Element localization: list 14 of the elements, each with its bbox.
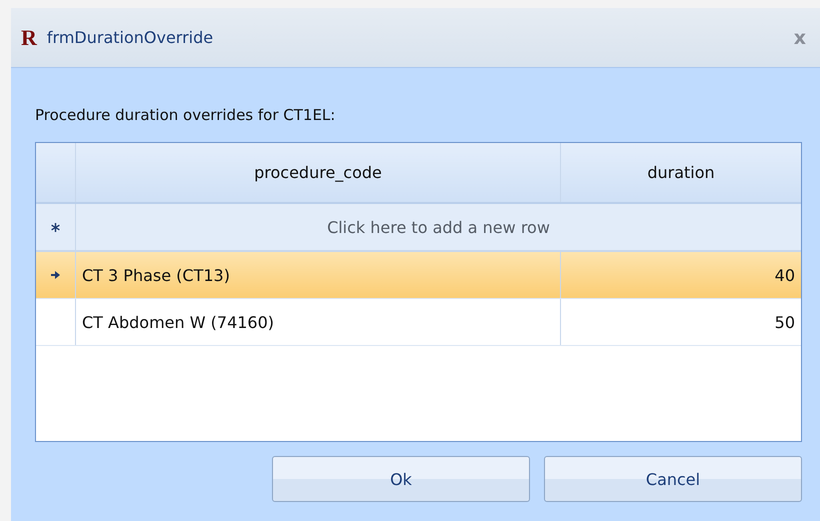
table-cell: CT Abdomen W (74160)	[76, 299, 561, 345]
cancel-button[interactable]: Cancel	[544, 456, 802, 502]
table-cell-text: 50	[774, 312, 796, 334]
row-header-corner	[36, 143, 76, 202]
window-title: frmDurationOverride	[46, 28, 214, 47]
table-cell-text: 40	[774, 264, 796, 286]
app-logo: R	[21, 24, 37, 50]
prompt-label: Procedure duration overrides for CT1EL:	[35, 106, 336, 124]
column-header[interactable]: procedure_code	[76, 143, 561, 202]
column-header[interactable]: duration	[561, 143, 801, 202]
ok-button[interactable]: Ok	[272, 456, 530, 502]
table-cell: CT 3 Phase (CT13)	[76, 252, 561, 298]
arrow-icon	[51, 270, 60, 280]
asterisk-icon	[51, 222, 60, 232]
